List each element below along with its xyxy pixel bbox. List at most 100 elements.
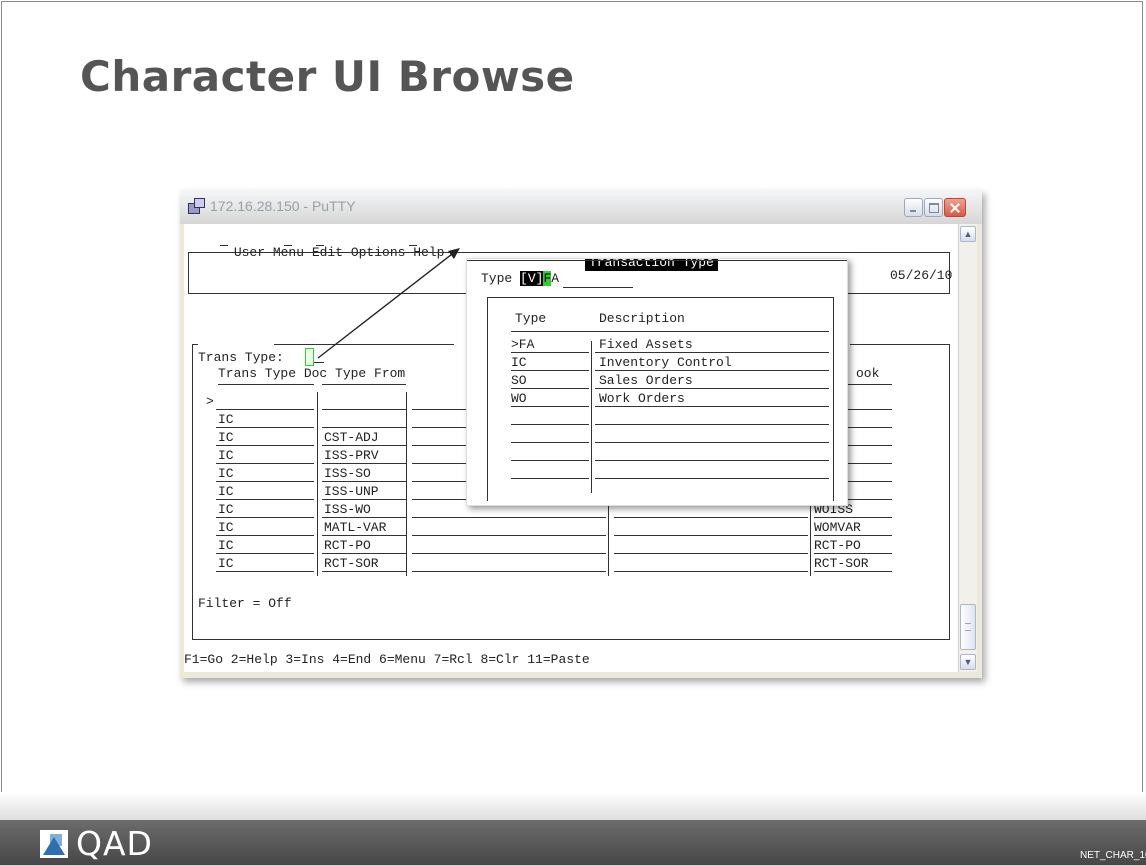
- scroll-up-button[interactable]: ▲: [960, 226, 976, 242]
- row-underline: [322, 517, 406, 518]
- row-trans-type: IC: [218, 556, 234, 571]
- column-divider: [406, 392, 407, 576]
- qad-logo-mark: [40, 830, 68, 858]
- row-underline: [322, 481, 406, 482]
- row-underline: [814, 571, 892, 572]
- column-headers: Trans Type Doc Type From: [218, 366, 406, 381]
- popup-row-type: IC: [511, 355, 527, 370]
- row-underline: [216, 499, 314, 500]
- filter-status: Filter = Off: [198, 596, 292, 611]
- popup-row-underline: [595, 352, 829, 353]
- column-header-underline: [322, 384, 406, 385]
- popup-row-underline: [511, 442, 589, 443]
- row-underline: [322, 499, 406, 500]
- popup-row-desc: Sales Orders: [599, 373, 693, 388]
- popup-row-underline: [595, 442, 829, 443]
- terminal-screen[interactable]: User Menu Edit Options Help 05/26/10 Tra…: [184, 224, 958, 672]
- row-doc-type: ISS-UNP: [324, 484, 379, 499]
- row-underline: [216, 571, 314, 572]
- row-underline: [216, 517, 314, 518]
- slide-title: Character UI Browse: [80, 52, 575, 101]
- vertical-scrollbar[interactable]: ▲ ▼: [958, 224, 977, 672]
- qad-logo-text: QAD: [76, 824, 153, 863]
- transaction-type-popup: Transaction Type Type [V]FA Type Descrip…: [466, 258, 848, 506]
- row-trans-type: IC: [218, 412, 234, 427]
- popup-type-rest: A: [551, 271, 560, 286]
- column-header-underline: [856, 384, 892, 385]
- row-trans-type: IC: [218, 484, 234, 499]
- popup-column-divider: [591, 341, 592, 493]
- row-underline: [322, 463, 406, 464]
- popup-type-label: Type: [481, 271, 513, 286]
- row-trans-type: IC: [218, 520, 234, 535]
- row-underline: [216, 553, 314, 554]
- minimize-button[interactable]: [904, 198, 923, 217]
- trans-type-input[interactable]: [305, 348, 314, 366]
- row-doc-type: RCT-SOR: [324, 556, 379, 571]
- popup-row-type: WO: [511, 391, 527, 406]
- current-row-marker: >: [206, 394, 214, 409]
- footer-gradient: [0, 792, 1146, 822]
- popup-row-underline: [511, 460, 589, 461]
- row-underline: [216, 445, 314, 446]
- row-underline: [322, 445, 406, 446]
- row-trans-type: IC: [218, 430, 234, 445]
- column-header-underline: [218, 384, 314, 385]
- close-button[interactable]: [944, 198, 966, 217]
- popup-row-underline: [595, 406, 829, 407]
- popup-top-border: [467, 260, 847, 261]
- popup-type-field[interactable]: Type [V]FA: [481, 271, 559, 286]
- popup-type-underline: [563, 287, 633, 288]
- popup-row-underline: [511, 352, 589, 353]
- row-underline: [614, 517, 808, 518]
- popup-row-type: SO: [511, 373, 527, 388]
- row-doc-type: ISS-WO: [324, 502, 371, 517]
- row-underline: [216, 463, 314, 464]
- row-underline: [412, 571, 606, 572]
- footer-bar: [0, 820, 1146, 865]
- row-doc-type: ISS-PRV: [324, 448, 379, 463]
- row-underline: [322, 571, 406, 572]
- row-underline: [322, 535, 406, 536]
- column-header-right: ook: [856, 366, 880, 381]
- popup-row-underline: [511, 424, 589, 425]
- popup-header-underline: [511, 331, 829, 332]
- popup-row-underline: [595, 460, 829, 461]
- window-title: 172.16.28.150 - PuTTY: [210, 198, 356, 214]
- popup-row-desc: Work Orders: [599, 391, 685, 406]
- row-underline: [814, 535, 892, 536]
- header-date: 05/26/10: [890, 268, 953, 283]
- row-underline: [814, 517, 892, 518]
- menu-accelerator-underline: [284, 245, 292, 246]
- window-titlebar[interactable]: 172.16.28.150 - PuTTY: [180, 190, 982, 224]
- row-underline: [614, 571, 808, 572]
- row-underline: [412, 553, 606, 554]
- row-underline: [322, 409, 406, 410]
- menu-accelerator-underline: [220, 245, 228, 246]
- row-doc-type: MATL-VAR: [324, 520, 387, 535]
- footer-code: NET_CHAR_10: [1080, 850, 1146, 861]
- popup-row-type: >FA: [511, 337, 535, 352]
- pointer-arrow: [317, 248, 460, 359]
- qad-logo: QAD: [40, 826, 153, 862]
- popup-row-underline: [511, 388, 589, 389]
- popup-row-underline: [595, 424, 829, 425]
- maximize-button[interactable]: [924, 198, 943, 217]
- row-underline: [216, 409, 314, 410]
- row-last-column: RCT-PO: [814, 538, 861, 553]
- scroll-down-button[interactable]: ▼: [960, 654, 976, 670]
- popup-row-underline: [511, 478, 589, 479]
- scroll-thumb[interactable]: [960, 604, 976, 650]
- row-underline: [216, 427, 314, 428]
- popup-row-desc: Inventory Control: [599, 355, 732, 370]
- popup-col-type: Type: [515, 311, 547, 326]
- row-underline: [412, 535, 606, 536]
- row-underline: [614, 535, 808, 536]
- row-last-column: RCT-SOR: [814, 556, 869, 571]
- popup-row-desc: Fixed Assets: [599, 337, 693, 352]
- row-trans-type: IC: [218, 538, 234, 553]
- row-underline: [412, 517, 606, 518]
- putty-icon: [188, 198, 205, 214]
- row-underline: [322, 553, 406, 554]
- column-divider: [608, 504, 609, 576]
